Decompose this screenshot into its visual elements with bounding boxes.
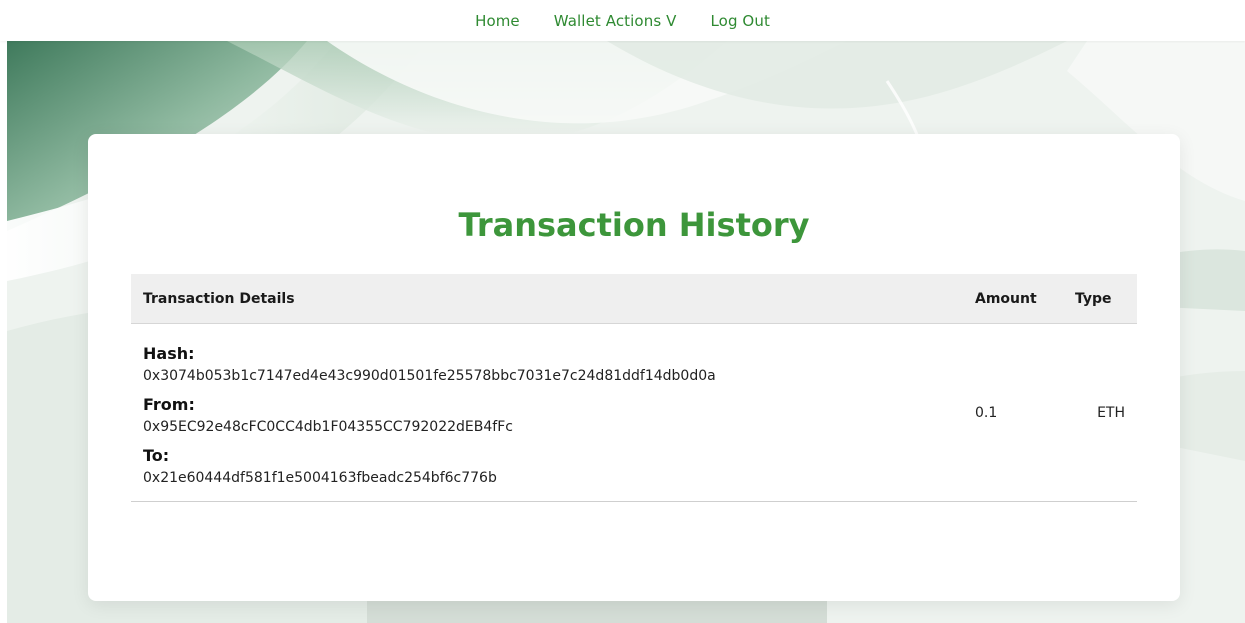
nav-home-link[interactable]: Home — [475, 12, 520, 30]
table-header-row: Transaction Details Amount Type — [131, 274, 1137, 324]
amount-cell: 0.1 — [963, 323, 1063, 502]
header-amount: Amount — [963, 274, 1063, 324]
nav-wallet-actions-dropdown[interactable]: Wallet Actions V — [554, 12, 677, 30]
header-type: Type — [1063, 274, 1137, 324]
transaction-details-cell: Hash: 0x3074b053b1c7147ed4e43c990d01501f… — [131, 323, 963, 502]
top-nav: Home Wallet Actions V Log Out — [0, 0, 1245, 41]
to-label: To: — [143, 446, 170, 465]
from-label: From: — [143, 395, 195, 414]
from-address: 0x95EC92e48cFC0CC4db1F04355CC792022dEB4f… — [143, 419, 513, 435]
hash-label: Hash: — [143, 344, 195, 363]
to-block: To: 0x21e60444df581f1e5004163fbeadc254bf… — [143, 446, 951, 487]
hash-value: 0x3074b053b1c7147ed4e43c990d01501fe25578… — [143, 368, 716, 384]
transaction-table: Transaction Details Amount Type Hash: 0x… — [131, 274, 1137, 502]
type-cell: ETH — [1063, 323, 1137, 502]
table-row: Hash: 0x3074b053b1c7147ed4e43c990d01501f… — [131, 323, 1137, 502]
page-title: Transaction History — [458, 206, 810, 244]
to-address: 0x21e60444df581f1e5004163fbeadc254bf6c77… — [143, 470, 497, 486]
nav-logout-link[interactable]: Log Out — [710, 12, 769, 30]
transaction-card: Transaction History Transaction Details … — [88, 134, 1180, 601]
header-transaction-details: Transaction Details — [131, 274, 963, 324]
from-block: From: 0x95EC92e48cFC0CC4db1F04355CC79202… — [143, 395, 951, 436]
hash-block: Hash: 0x3074b053b1c7147ed4e43c990d01501f… — [143, 344, 951, 385]
